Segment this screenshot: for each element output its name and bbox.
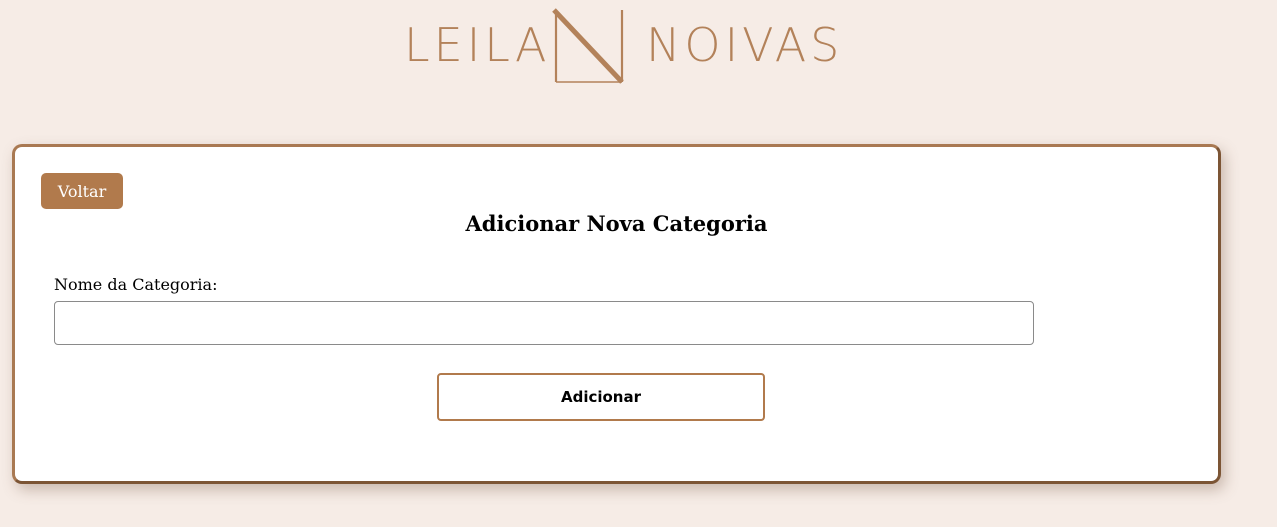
category-name-input[interactable] — [54, 301, 1034, 345]
brand-name-left: LEILA — [404, 18, 551, 72]
back-button[interactable]: Voltar — [41, 173, 123, 209]
category-name-label: Nome da Categoria: — [54, 275, 218, 294]
brand-name-right: NOIVAS — [646, 18, 844, 72]
add-button[interactable]: Adicionar — [437, 373, 765, 421]
page-title: Adicionar Nova Categoria — [465, 211, 768, 236]
add-category-card: Voltar Adicionar Nova Categoria Nome da … — [12, 144, 1221, 484]
monogram-logo-mark — [552, 8, 624, 84]
brand-logo: LEILA NOIVAS — [400, 6, 840, 88]
